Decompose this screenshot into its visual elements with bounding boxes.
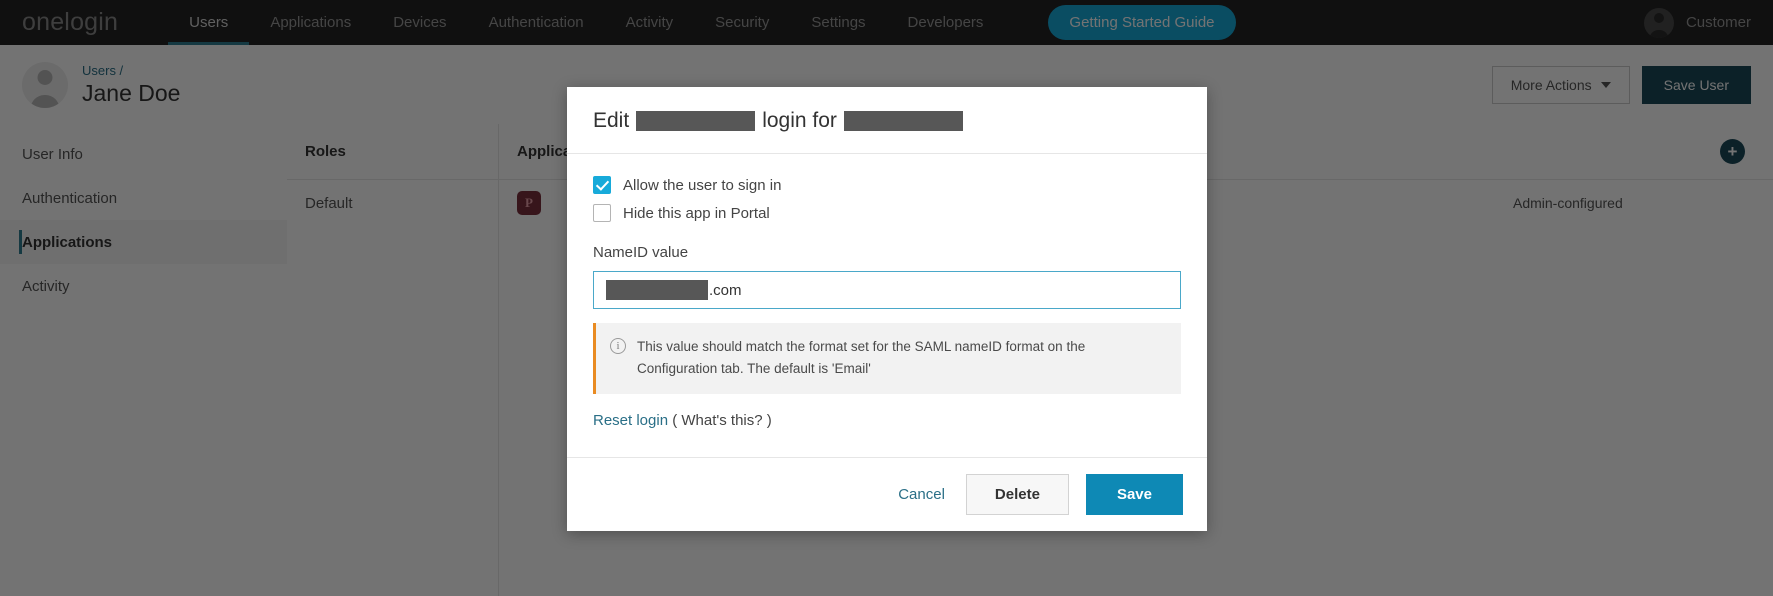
modal-title-prefix: Edit: [593, 109, 629, 133]
cancel-button[interactable]: Cancel: [894, 478, 949, 511]
redacted-user-name: [844, 111, 963, 131]
nameid-value-text: .com: [709, 282, 742, 299]
modal-title: Edit login for: [567, 87, 1207, 154]
nameid-label: NameID value: [593, 244, 1181, 261]
modal-title-middle: login for: [762, 109, 837, 133]
nameid-note-text: This value should match the format set f…: [637, 336, 1165, 380]
redacted-nameid-prefix: [606, 280, 708, 300]
delete-button[interactable]: Delete: [966, 474, 1069, 515]
nameid-note: i This value should match the format set…: [593, 323, 1181, 394]
reset-login-row: Reset login ( What's this? ): [593, 412, 1181, 457]
hide-app-row: Hide this app in Portal: [593, 204, 1181, 222]
redacted-app-name: [636, 111, 755, 131]
reset-login-hint: ( What's this? ): [672, 412, 772, 429]
modal-body: Allow the user to sign in Hide this app …: [567, 154, 1207, 457]
save-button[interactable]: Save: [1086, 474, 1183, 515]
allow-sign-in-checkbox[interactable]: [593, 176, 611, 194]
info-icon: i: [610, 338, 626, 354]
allow-sign-in-label[interactable]: Allow the user to sign in: [623, 177, 781, 194]
hide-app-label[interactable]: Hide this app in Portal: [623, 205, 770, 222]
hide-app-checkbox[interactable]: [593, 204, 611, 222]
nameid-input[interactable]: .com: [593, 271, 1181, 309]
modal-footer: Cancel Delete Save: [567, 457, 1207, 531]
page-root: onelogin Users Applications Devices Auth…: [0, 0, 1773, 596]
reset-login-link[interactable]: Reset login: [593, 412, 668, 429]
allow-sign-in-row: Allow the user to sign in: [593, 176, 1181, 194]
edit-login-modal: Edit login for Allow the user to sign in…: [567, 87, 1207, 531]
